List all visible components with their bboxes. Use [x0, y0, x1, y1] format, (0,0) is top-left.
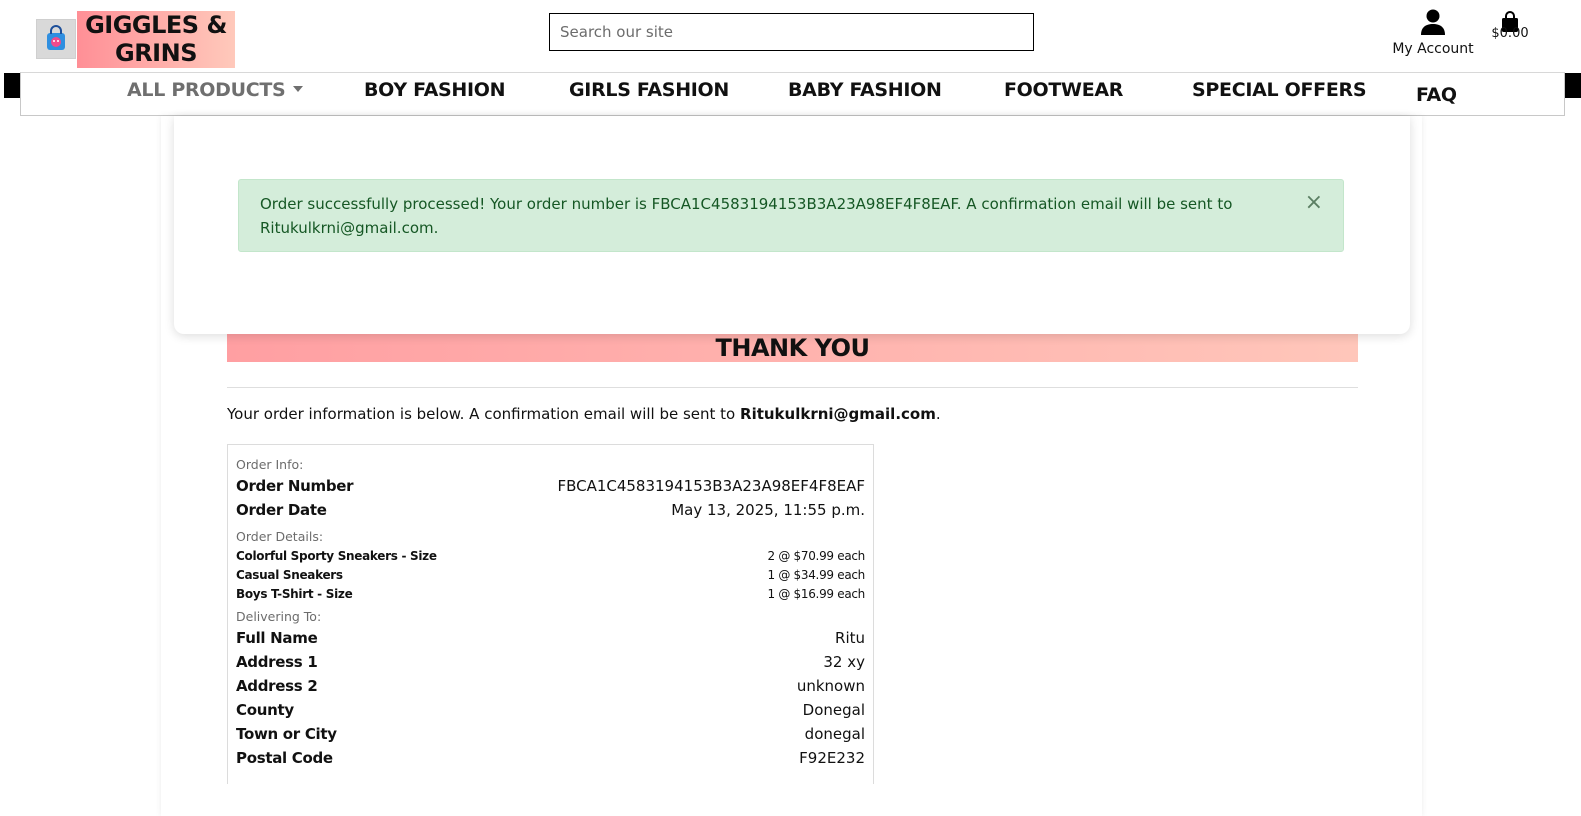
item-name: Boys T-Shirt - Size: [236, 587, 353, 601]
site-header: GIGGLES & GRINS My Account $0.00: [0, 0, 1581, 72]
delivery-value: Ritu: [835, 629, 865, 647]
my-account-label: My Account: [1392, 41, 1474, 57]
nav-girls-fashion[interactable]: GIRLS FASHION: [569, 79, 729, 101]
delivering-heading: Delivering To:: [236, 609, 865, 624]
delivery-label: Full Name: [236, 629, 318, 647]
order-info-label: Order Info:: [236, 457, 304, 472]
order-number-label: Order Number: [236, 477, 354, 495]
delivery-row: Address 2 unknown: [236, 677, 865, 695]
item-qty: 1 @ $34.99 each: [767, 568, 865, 582]
intro-text-end: .: [935, 405, 941, 423]
delivery-value: unknown: [796, 677, 865, 695]
search-input[interactable]: [549, 13, 1034, 51]
delivery-value: F92E232: [799, 749, 865, 767]
main-nav: ALL PRODUCTS BOY FASHION GIRLS FASHION B…: [20, 72, 1565, 116]
nav-all-products[interactable]: ALL PRODUCTS: [127, 79, 304, 101]
delivery-label: Address 2: [236, 677, 318, 695]
order-number-value: FBCA1C4583194153B3A23A98EF4F8EAF: [557, 477, 865, 495]
divider: [227, 387, 1358, 388]
cart-link[interactable]: $0.00: [1488, 11, 1532, 40]
delivery-row: Town or City donegal: [236, 725, 865, 743]
nav-all-products-label: ALL PRODUCTS: [127, 79, 286, 101]
order-date-label: Order Date: [236, 501, 327, 519]
order-number-row: Order Number FBCA1C4583194153B3A23A98EF4…: [236, 477, 865, 495]
intro-email: Ritukulkrni@gmail.com: [740, 405, 936, 423]
delivery-value: 32 xy: [823, 653, 865, 671]
order-details-heading: Order Details:: [236, 529, 865, 544]
delivery-label: Town or City: [236, 725, 337, 743]
delivery-label: Address 1: [236, 653, 318, 671]
nav-special-offers[interactable]: SPECIAL OFFERS: [1192, 79, 1367, 101]
delivery-row: Full Name Ritu: [236, 629, 865, 647]
cart-total: $0.00: [1491, 26, 1529, 41]
caret-down-icon: [293, 85, 304, 92]
delivering-label: Delivering To:: [236, 609, 322, 624]
nav-boy-fashion[interactable]: BOY FASHION: [364, 79, 506, 101]
delivery-row: Postal Code F92E232: [236, 749, 865, 767]
intro-text: Your order information is below. A confi…: [227, 405, 941, 423]
nav-footwear[interactable]: FOOTWEAR: [1004, 79, 1123, 101]
item-name: Colorful Sporty Sneakers - Size: [236, 549, 437, 563]
order-summary: Order Info: Order Number FBCA1C458319415…: [227, 444, 874, 784]
delivery-value: donegal: [804, 725, 865, 743]
list-item: Boys T-Shirt - Size 1 @ $16.99 each: [236, 587, 865, 601]
order-date-row: Order Date May 13, 2025, 11:55 p.m.: [236, 501, 865, 519]
delivery-row: Address 1 32 xy: [236, 653, 865, 671]
list-item: Colorful Sporty Sneakers - Size 2 @ $70.…: [236, 549, 865, 563]
user-icon: [1421, 9, 1445, 35]
list-item: Casual Sneakers 1 @ $34.99 each: [236, 568, 865, 582]
success-alert-message: Order successfully processed! Your order…: [260, 195, 1233, 237]
my-account-link[interactable]: My Account: [1391, 8, 1475, 57]
brand-logo[interactable]: GIGGLES & GRINS: [77, 11, 235, 68]
item-qty: 2 @ $70.99 each: [767, 549, 865, 563]
close-icon[interactable]: ×: [1305, 191, 1323, 215]
delivery-label: Postal Code: [236, 749, 333, 767]
intro-text-body: Your order information is below. A confi…: [227, 405, 741, 423]
nav-baby-fashion[interactable]: BABY FASHION: [788, 79, 942, 101]
logo-icon[interactable]: [36, 19, 76, 59]
order-details-label: Order Details:: [236, 529, 324, 544]
order-info-heading: Order Info:: [236, 457, 865, 472]
message-card: Order successfully processed! Your order…: [174, 116, 1410, 334]
item-qty: 1 @ $16.99 each: [767, 587, 865, 601]
order-date-value: May 13, 2025, 11:55 p.m.: [671, 501, 865, 519]
delivery-row: County Donegal: [236, 701, 865, 719]
shopping-bag-logo-icon: [47, 25, 65, 50]
page-title: THANK YOU: [227, 334, 1358, 362]
delivery-label: County: [236, 701, 294, 719]
item-name: Casual Sneakers: [236, 568, 343, 582]
delivery-value: Donegal: [802, 701, 865, 719]
nav-edge-left: [4, 73, 20, 98]
nav-edge-right: [1565, 73, 1581, 98]
nav-faq[interactable]: FAQ: [1416, 84, 1457, 106]
success-alert: Order successfully processed! Your order…: [238, 179, 1344, 252]
